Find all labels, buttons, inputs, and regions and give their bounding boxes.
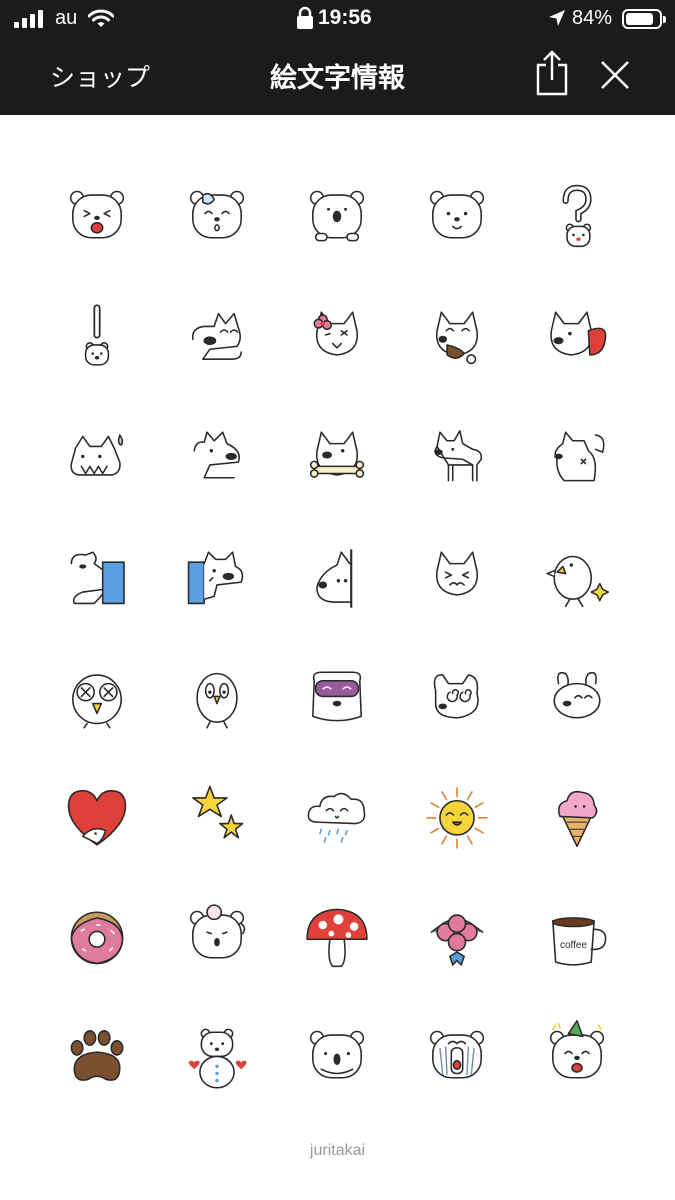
dog-blue-stand-right-icon	[187, 551, 244, 605]
emoji-bear-with-cup-hat[interactable]	[157, 875, 277, 995]
brown-paw-print-icon	[70, 1030, 124, 1081]
emoji-rose-bouquet[interactable]	[397, 875, 517, 995]
smiling-sun-icon	[426, 787, 488, 849]
dog-long-snout-happy-icon	[191, 312, 242, 360]
battery-percent: 84%	[572, 7, 613, 29]
emoji-red-mushroom[interactable]	[277, 875, 397, 995]
emoji-grid: coffee	[37, 155, 637, 1115]
bear-snowman-hearts-icon	[188, 1028, 247, 1089]
emoji-dog-with-red-cape[interactable]	[517, 275, 637, 395]
emoji-dog-with-bone[interactable]	[277, 395, 397, 515]
emoji-dog-long-snout-happy[interactable]	[157, 275, 277, 395]
emoji-dog-long-snout-grin[interactable]	[157, 395, 277, 515]
top-bar: au 19:56 84% ショップ 絵文字情報	[0, 0, 675, 115]
red-mushroom-icon	[306, 908, 368, 968]
share-icon[interactable]	[533, 50, 571, 96]
location-arrow-icon	[549, 10, 565, 26]
emoji-pink-ice-cream-cone[interactable]	[517, 755, 637, 875]
owl-standing-icon	[196, 672, 238, 729]
bear-party-hat-icon	[549, 1020, 605, 1079]
emoji-dog-dizzy-swirl[interactable]	[397, 635, 517, 755]
dog-rear-view-icon	[554, 431, 605, 482]
emoji-dog-grumpy[interactable]	[397, 515, 517, 635]
dog-peeking-wall-icon	[316, 549, 353, 608]
yellow-stars-icon	[192, 785, 244, 839]
emoji-red-heart-with-dog[interactable]	[37, 755, 157, 875]
emoji-owl-standing[interactable]	[157, 635, 277, 755]
exclamation-mark-bear-icon	[84, 304, 110, 366]
dog-with-bone-icon	[309, 431, 365, 478]
emoji-bear-sweat-drop[interactable]	[157, 155, 277, 275]
emoji-coffee-mug[interactable]: coffee	[517, 875, 637, 995]
dog-dizzy-swirl-icon	[433, 674, 479, 719]
emoji-brown-paw-print[interactable]	[37, 995, 157, 1115]
emoji-bear-party-hat[interactable]	[517, 995, 637, 1115]
clock-time: 19:56	[318, 6, 372, 29]
chick-with-sparkle-icon	[546, 555, 610, 608]
emoji-bear-smile[interactable]	[397, 155, 517, 275]
emoji-question-mark-bear[interactable]	[517, 155, 637, 275]
emoji-dog-rear-view[interactable]	[517, 395, 637, 515]
dog-eating-meat-icon	[435, 311, 479, 365]
lock-icon	[297, 6, 313, 29]
emoji-pink-donut[interactable]	[37, 875, 157, 995]
coffee-mug-icon: coffee	[552, 917, 607, 966]
dog-standing-icon	[434, 430, 483, 482]
dog-skeleton-sweat-icon	[70, 434, 124, 476]
emoji-yellow-stars[interactable]	[157, 755, 277, 875]
dog-with-red-cape-icon	[550, 311, 607, 356]
bear-face-front-icon	[309, 1030, 365, 1079]
dog-sleeping-mask-icon	[312, 671, 362, 722]
question-mark-bear-icon	[562, 184, 592, 248]
battery-icon	[622, 9, 666, 29]
rain-cloud-icon	[307, 792, 366, 843]
emoji-dog-eating-meat[interactable]	[397, 275, 517, 395]
dog-blue-stand-left-icon	[70, 551, 125, 605]
emoji-dog-blue-stand-left[interactable]	[37, 515, 157, 635]
emoji-bear-crying-striped[interactable]	[397, 995, 517, 1115]
emoji-bear-peeking[interactable]	[277, 155, 397, 275]
emoji-dog-sleeping-mask[interactable]	[277, 635, 397, 755]
emoji-bear-snowman-hearts[interactable]	[157, 995, 277, 1115]
emoji-chick-with-sparkle[interactable]	[517, 515, 637, 635]
bear-sweat-drop-icon	[189, 190, 245, 239]
dog-long-snout-grin-icon	[193, 431, 241, 479]
pink-donut-icon	[70, 911, 124, 965]
author-label: juritakai	[309, 1142, 366, 1159]
rose-bouquet-icon	[430, 914, 484, 966]
emoji-bear-face-front[interactable]	[277, 995, 397, 1115]
back-to-shop-button[interactable]: ショップ	[50, 58, 150, 94]
bear-with-cup-hat-icon	[189, 904, 246, 959]
emoji-exclamation-mark-bear[interactable]	[37, 275, 157, 395]
emoji-smiling-sun[interactable]	[397, 755, 517, 875]
status-bar: au 19:56 84%	[0, 0, 675, 38]
emoji-rain-cloud[interactable]	[277, 755, 397, 875]
emoji-owl-dizzy[interactable]	[37, 635, 157, 755]
emoji-dog-standing[interactable]	[397, 395, 517, 515]
bear-crying-striped-icon	[429, 1030, 485, 1079]
emoji-bunny-dog-smile[interactable]	[517, 635, 637, 755]
dog-grumpy-icon	[435, 551, 479, 596]
red-heart-with-dog-icon	[67, 790, 127, 846]
emoji-bear-winking-shout[interactable]	[37, 155, 157, 275]
svg-text:coffee: coffee	[560, 940, 587, 951]
dog-with-pink-flower-icon	[313, 311, 359, 356]
bunny-dog-smile-icon	[553, 671, 601, 719]
pink-ice-cream-cone-icon	[557, 790, 598, 848]
emoji-dog-blue-stand-right[interactable]	[157, 515, 277, 635]
bear-winking-shout-icon	[69, 190, 125, 239]
wifi-icon	[88, 9, 114, 27]
emoji-dog-skeleton-sweat[interactable]	[37, 395, 157, 515]
owl-dizzy-icon	[72, 674, 122, 729]
close-icon[interactable]	[600, 60, 630, 90]
emoji-dog-peeking-wall[interactable]	[277, 515, 397, 635]
bear-peeking-icon	[309, 190, 365, 242]
emoji-dog-with-pink-flower[interactable]	[277, 275, 397, 395]
signal-icon	[14, 10, 44, 28]
bear-smile-icon	[429, 190, 485, 239]
carrier-label: au	[55, 7, 78, 29]
